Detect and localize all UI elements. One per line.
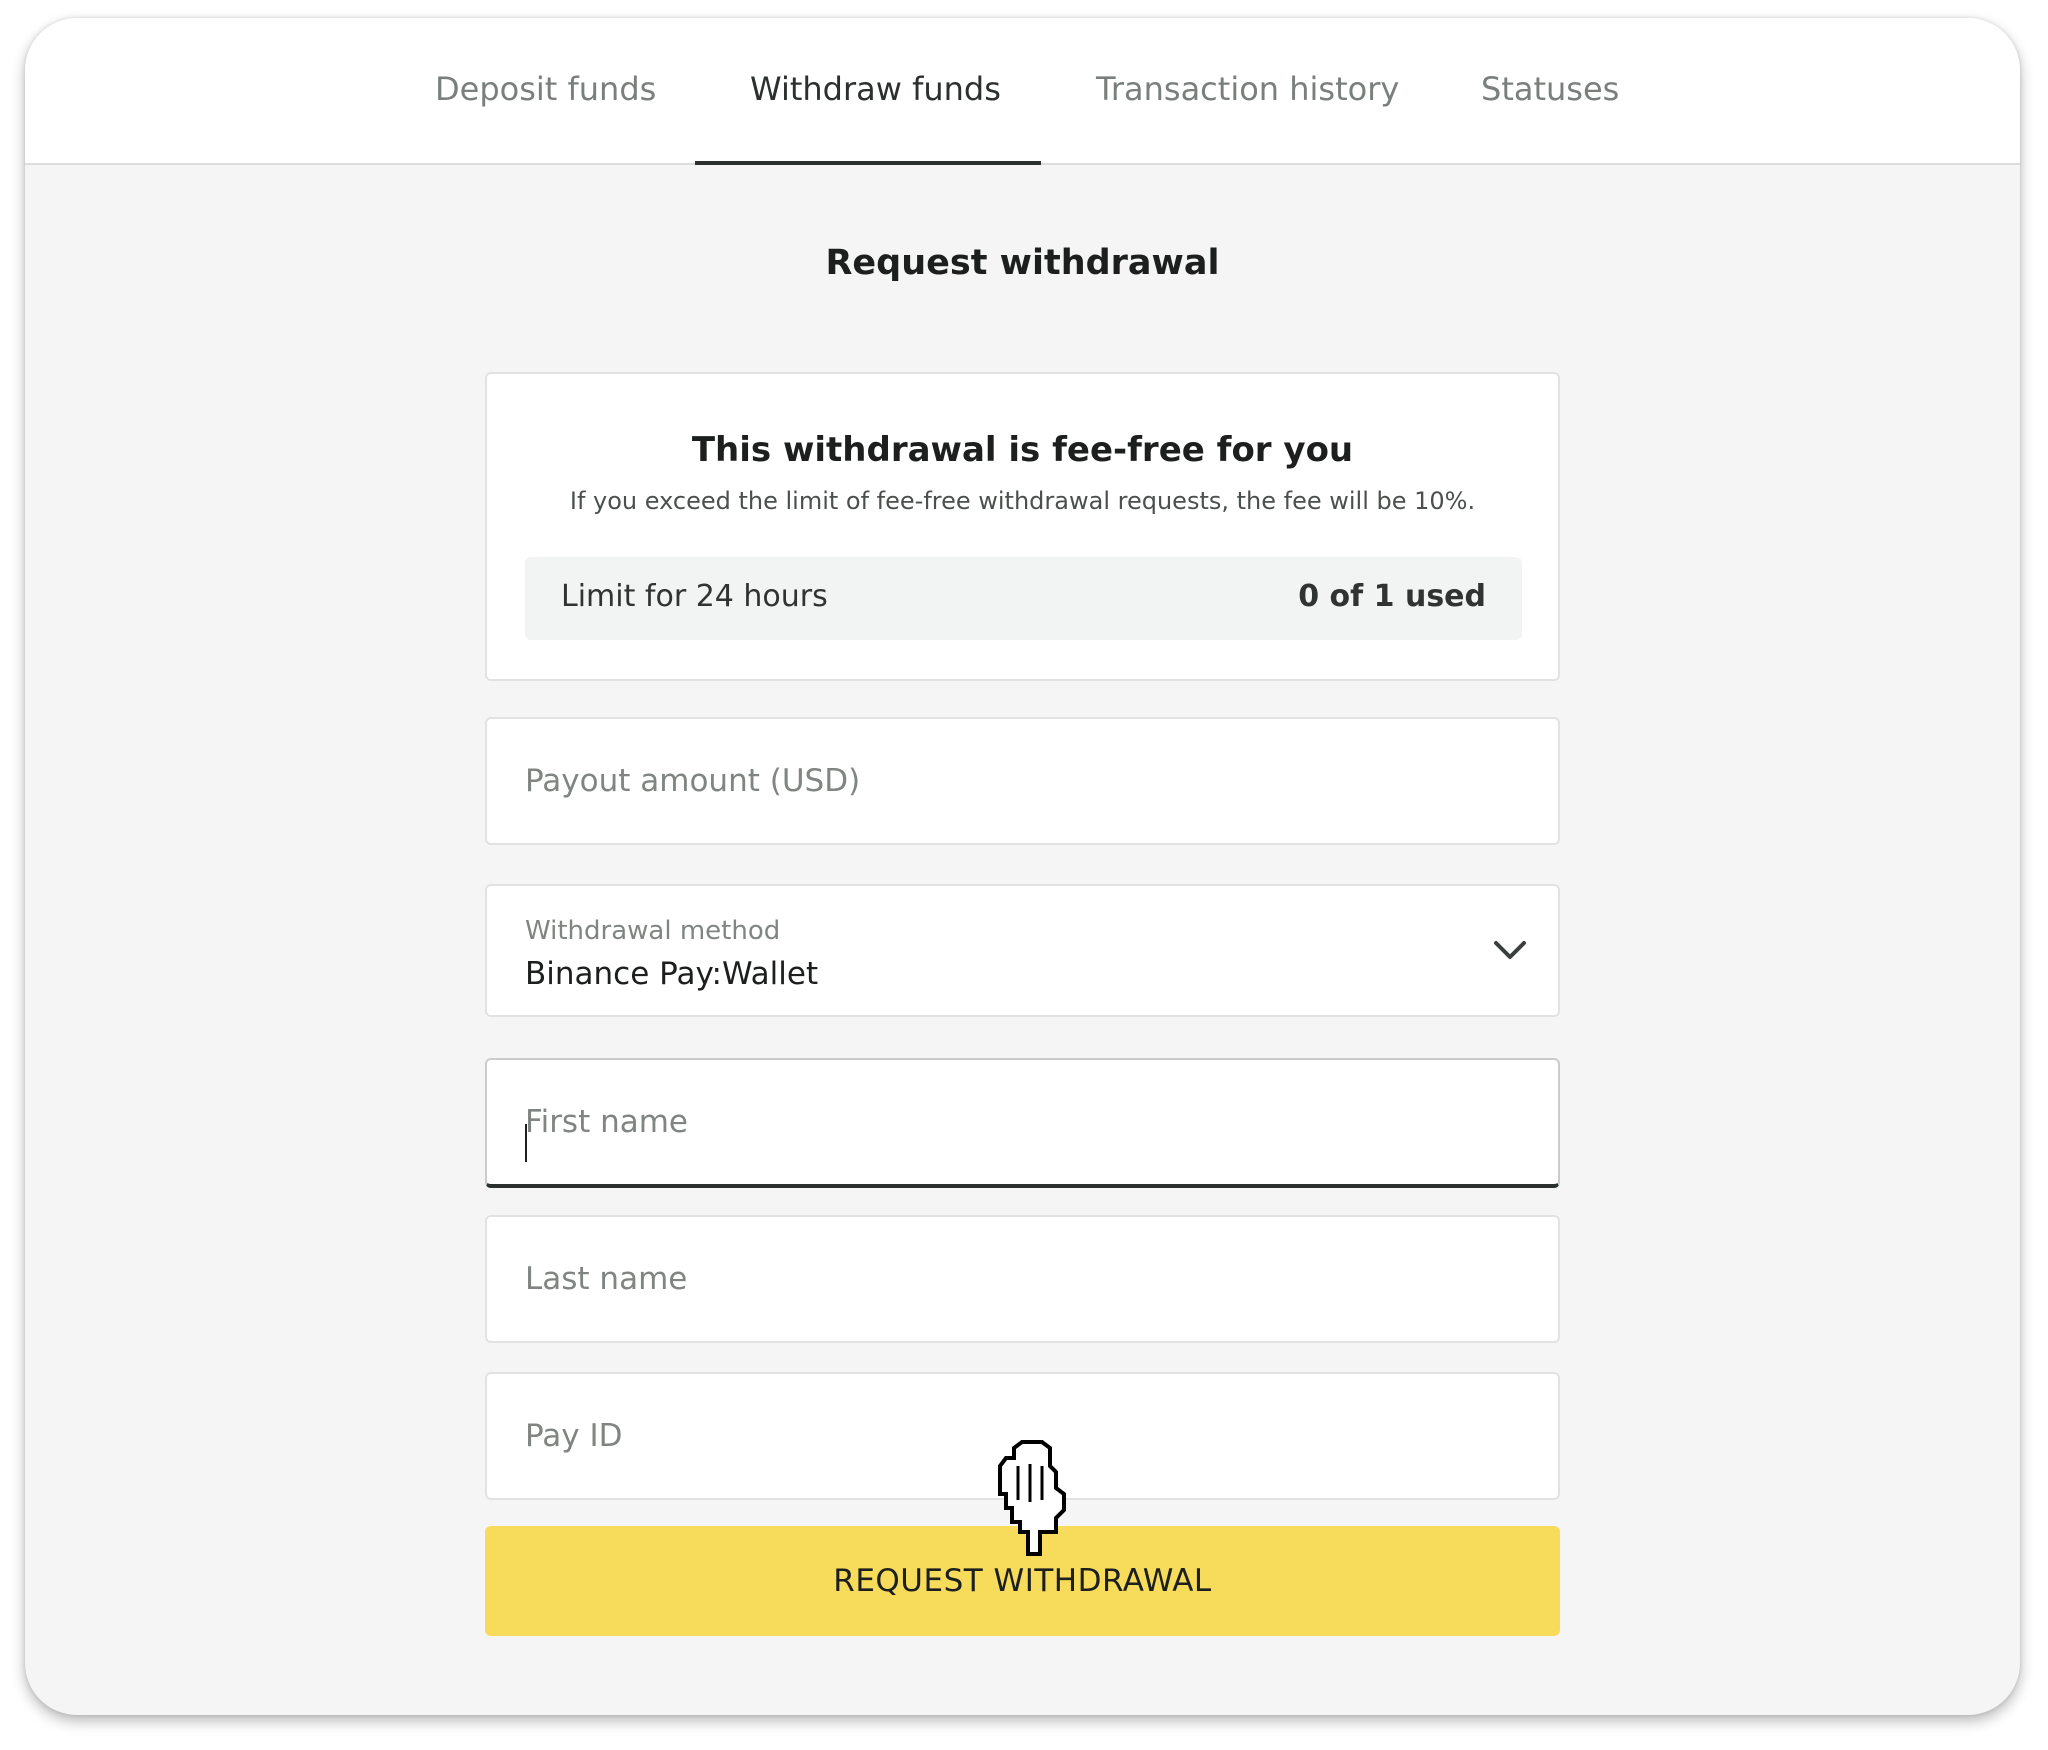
fee-card-title: This withdrawal is fee-free for you [691, 430, 1354, 470]
limit-value: 0 of 1 used [1298, 579, 1486, 614]
first-name-field[interactable] [485, 1058, 1560, 1188]
tab-bar: Deposit funds Withdraw funds Transaction… [25, 18, 2020, 165]
first-name-input[interactable] [487, 1060, 1558, 1184]
limit-label: Limit for 24 hours [561, 579, 828, 614]
app-window: Deposit funds Withdraw funds Transaction… [25, 18, 2020, 1715]
payout-amount-input[interactable] [487, 719, 1558, 843]
hand-pointer-icon [998, 1440, 1066, 1556]
tab-transaction-history[interactable]: Transaction history [1096, 70, 1399, 108]
withdrawal-method-label: Withdrawal method [525, 916, 781, 946]
tab-statuses[interactable]: Statuses [1481, 70, 1619, 108]
chevron-down-icon[interactable] [1490, 930, 1530, 970]
limit-box: Limit for 24 hours 0 of 1 used [525, 557, 1522, 640]
withdrawal-method-value: Binance Pay:Wallet [525, 956, 819, 992]
payout-amount-field[interactable] [485, 717, 1560, 845]
last-name-input[interactable] [487, 1217, 1558, 1341]
fee-card-subtitle: If you exceed the limit of fee-free with… [569, 487, 1476, 515]
text-caret [525, 1124, 527, 1162]
withdrawal-method-select[interactable]: Withdrawal method Binance Pay:Wallet [485, 884, 1560, 1017]
last-name-field[interactable] [485, 1215, 1560, 1343]
fee-info-card: This withdrawal is fee-free for you If y… [485, 372, 1560, 681]
active-tab-indicator [695, 161, 1041, 165]
tab-deposit-funds[interactable]: Deposit funds [435, 70, 656, 108]
page-title: Request withdrawal [825, 243, 1220, 283]
tab-withdraw-funds[interactable]: Withdraw funds [750, 70, 1001, 108]
